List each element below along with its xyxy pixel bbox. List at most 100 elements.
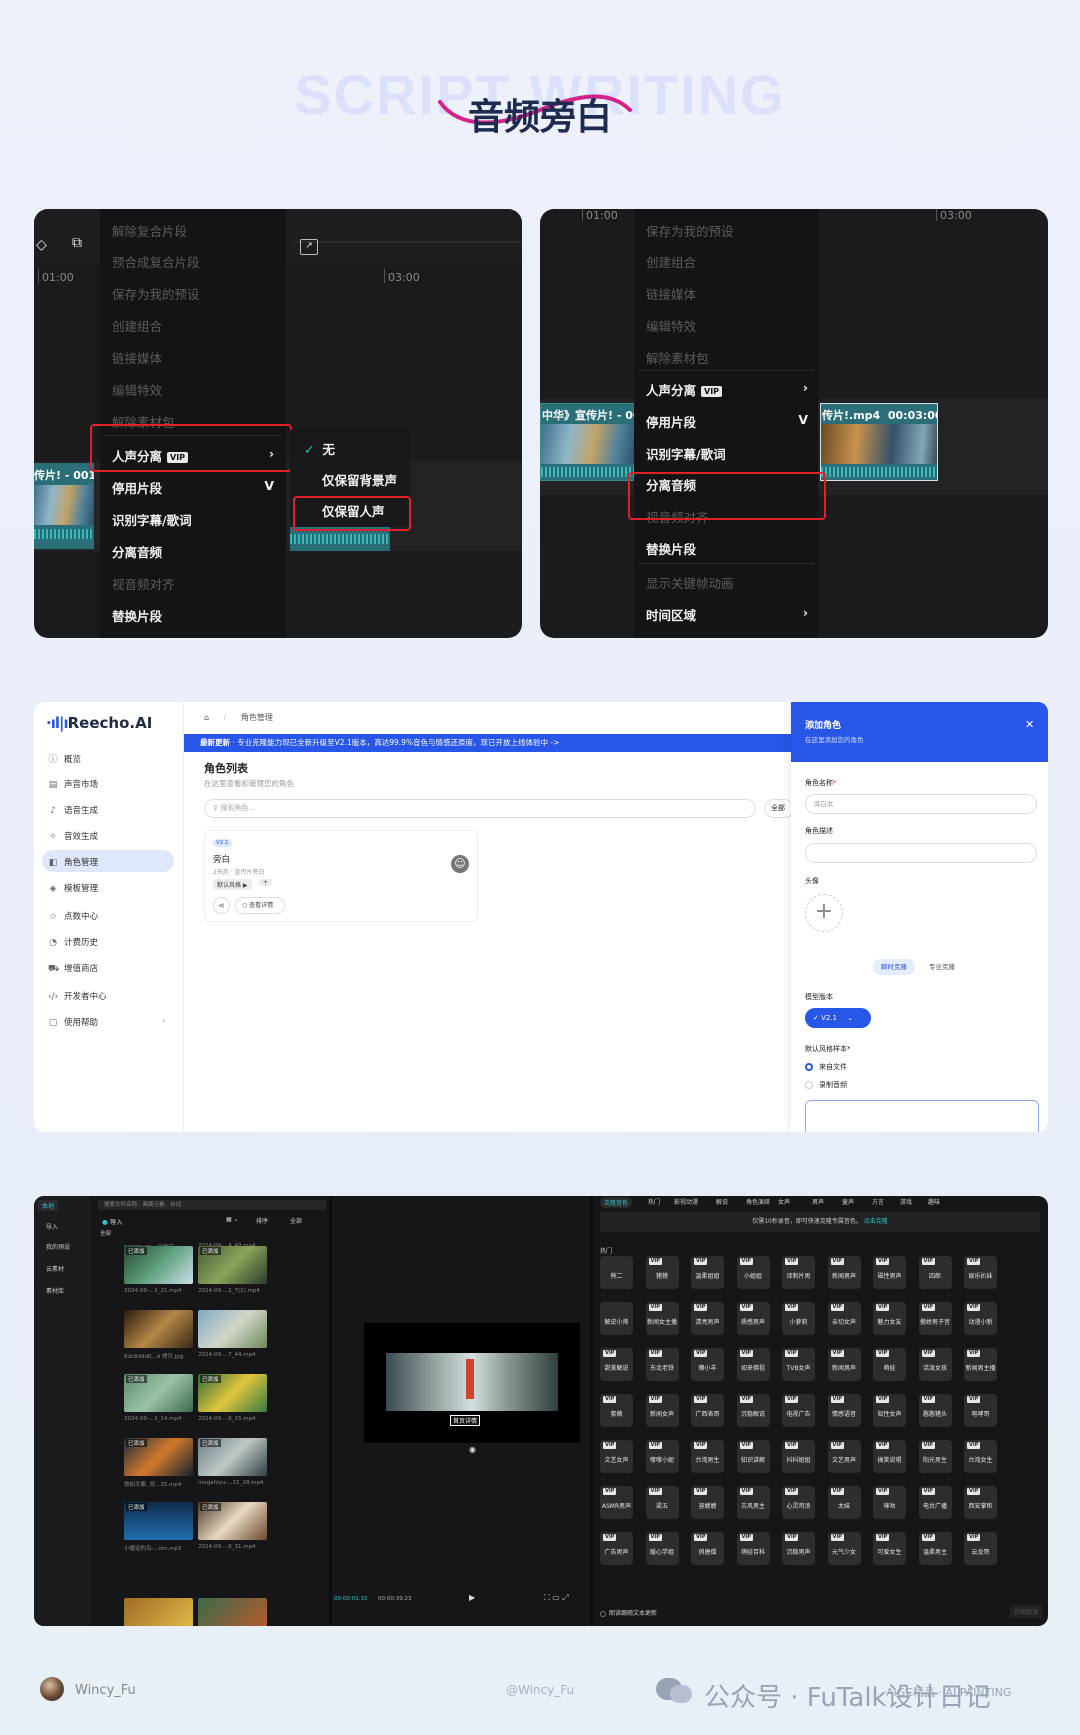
voice-item[interactable]: VIP 台湾男生 bbox=[691, 1440, 724, 1473]
media-thumbnail[interactable]: 已添加 bbox=[124, 1246, 193, 1284]
media-thumbnail[interactable] bbox=[124, 1310, 193, 1348]
share-icon[interactable]: ⋖ bbox=[213, 897, 230, 914]
media-thumbnail[interactable]: 已添加 bbox=[198, 1438, 267, 1476]
voice-item[interactable]: VIP 情感语音 bbox=[827, 1394, 861, 1427]
video-clip-right[interactable]: 传片!.mp4 00:03:00:0 bbox=[820, 403, 938, 481]
left-nav-item[interactable]: 云素材 bbox=[46, 1264, 64, 1273]
search-input[interactable]: ⚲ 搜索角色... bbox=[204, 799, 756, 818]
voice-item[interactable]: VIP 容嬷嬷 bbox=[691, 1486, 724, 1519]
filter-all-button[interactable]: 全部 bbox=[764, 799, 794, 818]
import-button[interactable]: ● 导入 bbox=[102, 1216, 123, 1226]
voice-item[interactable]: VIP 电台广播 bbox=[918, 1486, 952, 1519]
style-chip[interactable]: 默认风格 ▶ bbox=[213, 879, 252, 890]
clone-link[interactable]: 点击克隆 bbox=[864, 1218, 888, 1225]
update-banner[interactable]: 最新更新 · 专业克隆能力现已全新升级至V2.1版本，高达99.9%音色与情感还… bbox=[184, 734, 824, 752]
voice-item[interactable]: VIP 小萝莉 bbox=[782, 1302, 815, 1335]
voice-item[interactable]: VIP 台湾女生 bbox=[964, 1440, 997, 1473]
voice-item[interactable]: VIP 憨憨猪头 bbox=[918, 1394, 952, 1427]
sidebar-item[interactable]: ◔ 计费历史 bbox=[48, 936, 98, 948]
video-clip[interactable]: 传片! - 001 bbox=[34, 463, 94, 549]
desc-field[interactable] bbox=[805, 843, 1037, 863]
voice-item[interactable]: VIP 译制片男 bbox=[782, 1256, 815, 1289]
preview-icon[interactable]: ↗ bbox=[300, 239, 318, 255]
voice-item[interactable]: VIP 文艺女声 bbox=[600, 1440, 633, 1473]
tab-instant-clone[interactable]: 瞬时克隆 bbox=[873, 959, 915, 975]
voice-item[interactable]: VIP 娱乐扒妹 bbox=[964, 1256, 997, 1289]
voice-item[interactable]: VIP 活泼女孩 bbox=[918, 1348, 952, 1381]
voice-item[interactable]: VIP 紫薇 bbox=[600, 1394, 633, 1427]
voice-item[interactable]: VIP ASMR男声 bbox=[600, 1486, 633, 1519]
option-from-file[interactable]: 来自文件 bbox=[805, 1062, 847, 1072]
media-thumbnail[interactable]: 已添加 bbox=[198, 1374, 267, 1412]
sidebar-item[interactable]: ‹/› 开发者中心 bbox=[48, 990, 107, 1002]
sidebar-item[interactable]: ⛟ 增值商店 bbox=[48, 962, 98, 975]
menu-item[interactable]: 分离音频 bbox=[112, 542, 274, 561]
media-thumbnail[interactable] bbox=[198, 1310, 267, 1348]
view-detail-button[interactable]: ○ 查看详情 bbox=[235, 897, 285, 914]
sidebar-item[interactable]: ♪ 语音生成 bbox=[48, 804, 98, 816]
marker-icon[interactable]: ◇ bbox=[36, 237, 47, 253]
voice-item[interactable]: VIP 云龙哥 bbox=[964, 1532, 997, 1565]
voice-item[interactable]: VIP 清亮男声 bbox=[691, 1302, 724, 1335]
voice-item[interactable]: VIP 萌娃百科 bbox=[736, 1532, 770, 1565]
tab-pro-clone[interactable]: 专业克隆 bbox=[921, 959, 963, 975]
menu-item[interactable]: 识别字幕/歌词 bbox=[646, 444, 808, 463]
voice-item[interactable]: VIP 动漫小新 bbox=[964, 1302, 997, 1335]
play-button[interactable]: ▶ bbox=[469, 1593, 475, 1602]
voice-item[interactable]: VIP 磁性男声 bbox=[873, 1256, 906, 1289]
sidebar-item[interactable]: ☆ 点数中心 bbox=[48, 910, 98, 922]
media-thumbnail[interactable]: 已添加 bbox=[198, 1246, 267, 1284]
follow-text-checkbox[interactable]: 朗读跟随文本更新 bbox=[600, 1608, 657, 1617]
menu-item[interactable]: 停用片段 V bbox=[112, 478, 274, 497]
voice-item[interactable]: VIP 四郎 bbox=[918, 1256, 952, 1289]
voice-item[interactable]: VIP 暖心学姐 bbox=[645, 1532, 679, 1565]
voice-item[interactable]: VIP 沉稳解说 bbox=[736, 1394, 770, 1427]
submenu-item[interactable]: 仅保留背景声 bbox=[304, 470, 397, 489]
filter-button[interactable]: 全部 bbox=[290, 1216, 302, 1225]
add-style-chip[interactable]: + bbox=[259, 879, 273, 886]
voice-tab[interactable]: 游戏 bbox=[900, 1197, 912, 1206]
sidebar-item[interactable]: ✧ 音效生成 bbox=[48, 830, 98, 842]
left-nav-item[interactable]: 本地 bbox=[38, 1200, 59, 1211]
voice-item[interactable]: VIP 古风男主 bbox=[736, 1486, 770, 1519]
voice-tab[interactable]: 男声 bbox=[812, 1197, 824, 1206]
voice-item[interactable]: VIP 知识讲解 bbox=[736, 1440, 770, 1473]
voice-item[interactable]: VIP 甜美解说 bbox=[600, 1348, 633, 1381]
media-thumbnail[interactable] bbox=[198, 1598, 267, 1626]
voice-item[interactable]: VIP 电视广告 bbox=[782, 1394, 815, 1427]
voice-item[interactable]: VIP 嗲嗲小妮 bbox=[645, 1440, 679, 1473]
voice-tab[interactable]: 角色演绎 bbox=[746, 1197, 770, 1206]
model-select[interactable]: ✓ V2.1 ⌄ bbox=[805, 1008, 871, 1028]
menu-item[interactable]: 替换片段 bbox=[112, 606, 274, 625]
menu-item[interactable]: 时间区域 › bbox=[646, 605, 808, 624]
voice-item[interactable]: VIP 魅力女友 bbox=[873, 1302, 906, 1335]
voice-item[interactable]: VIP 新闻男声 bbox=[827, 1256, 861, 1289]
fullscreen-icon[interactable]: ⛶ ▭ ⤢ bbox=[544, 1593, 569, 1603]
voice-item[interactable]: VIP 抖抖姐姐 bbox=[782, 1440, 815, 1473]
voice-item[interactable]: VIP 新闻女主播 bbox=[645, 1302, 679, 1335]
close-icon[interactable]: ✕ bbox=[1025, 718, 1034, 731]
voice-item[interactable]: VIP 如来佛祖 bbox=[736, 1348, 770, 1381]
voice-item[interactable]: VIP 咆哮哥 bbox=[964, 1394, 997, 1427]
sidebar-item[interactable]: ▢ 使用帮助 bbox=[48, 1016, 98, 1028]
voice-item[interactable]: VIP 温柔男主 bbox=[918, 1532, 952, 1565]
voice-item[interactable]: VIP 萌娃 bbox=[873, 1348, 906, 1381]
voice-item[interactable]: VIP 搞笑说唱 bbox=[873, 1440, 906, 1473]
menu-item[interactable]: 人声分离 VIP › bbox=[646, 380, 808, 399]
left-nav-item[interactable]: 素材库 bbox=[46, 1286, 64, 1295]
name-field[interactable]: 旁白女 bbox=[805, 794, 1037, 814]
voice-item[interactable]: VIP 太妹 bbox=[827, 1486, 861, 1519]
voice-item[interactable]: VIP 阳光男生 bbox=[918, 1440, 952, 1473]
voice-item[interactable]: VIP 俏唐僧 bbox=[691, 1532, 724, 1565]
voice-tab[interactable]: 方言 bbox=[872, 1197, 884, 1206]
voice-item[interactable]: VIP 懒小羊 bbox=[691, 1348, 724, 1381]
voice-tab[interactable]: 趣味 bbox=[928, 1197, 940, 1206]
left-nav-item[interactable]: 我的预设 bbox=[46, 1242, 70, 1251]
sidebar-item[interactable]: ⓘ 概览 bbox=[48, 752, 81, 765]
voice-item[interactable]: VIP 新闻女声 bbox=[645, 1394, 679, 1427]
voice-tab[interactable]: 克隆音色 bbox=[600, 1197, 633, 1208]
voice-item[interactable]: VIP 新闻男主播 bbox=[964, 1348, 997, 1381]
voice-item[interactable]: 解说小帅 bbox=[600, 1302, 633, 1335]
menu-item[interactable]: 停用片段 V bbox=[646, 412, 808, 431]
voice-item[interactable]: VIP 广西表哥 bbox=[691, 1394, 724, 1427]
